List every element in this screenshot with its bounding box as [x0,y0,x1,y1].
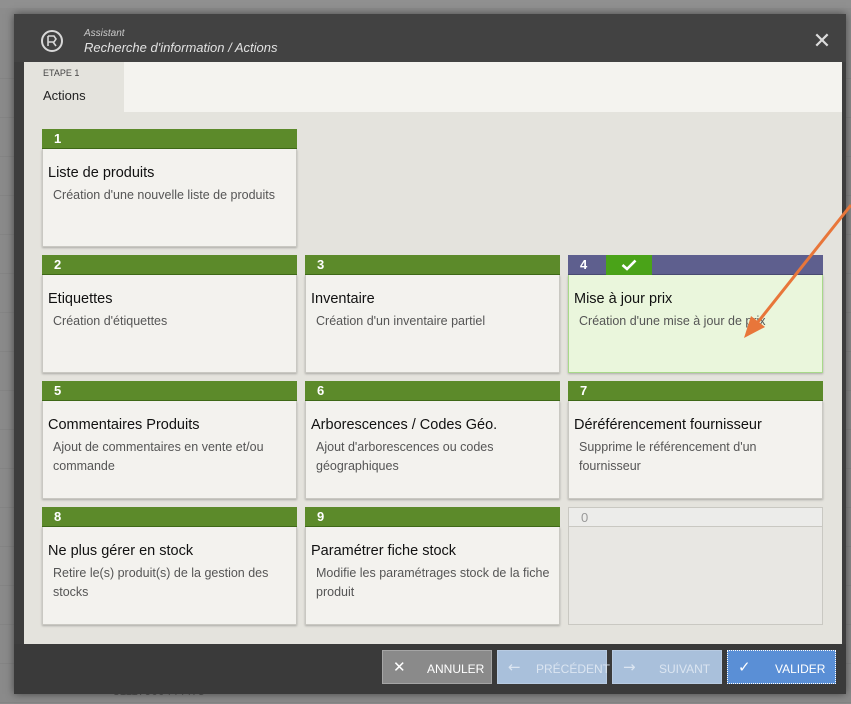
cancel-button[interactable]: ✕ ANNULER [382,650,492,684]
card-number: 7 [580,383,588,398]
card-header: 9 [305,507,560,527]
card-title: Mise à jour prix [574,291,673,307]
card-body: Arborescences / Codes Géo. Ajout d'arbor… [305,401,560,499]
card-header: 8 [42,507,297,527]
card-body: Ne plus gérer en stock Retire le(s) prod… [42,527,297,625]
card-description: Ajout d'arborescences ou codes géographi… [316,440,494,473]
card-header: 3 [305,255,560,275]
card-header: 0 [568,507,823,527]
step-strip: ETAPE 1 Actions [24,62,842,112]
card-body: Etiquettes Création d'étiquettes [42,275,297,373]
card-title: Inventaire [311,291,375,307]
card-description: Création d'une mise à jour de prix [579,314,766,328]
dialog-titlebar: Assistant Recherche d'information / Acti… [14,14,846,62]
arrow-left-icon: ← [508,658,521,676]
card-header: 2 [42,255,297,275]
card-number: 0 [581,510,589,525]
action-card-mise-a-jour-prix[interactable]: 4 Mise à jour prix Création d'une mise à… [568,255,823,373]
card-description: Modifie les paramétrages stock de la fic… [316,566,550,599]
selected-check-icon [606,255,652,275]
action-card-liste-produits[interactable]: 1 Liste de produits Création d'une nouve… [42,129,297,247]
close-icon: ✕ [393,658,406,676]
previous-label: PRÉCÉDENT [536,662,611,676]
cancel-label: ANNULER [427,662,485,676]
card-number: 4 [580,257,588,272]
step-label: Actions [43,88,86,103]
action-card-dereferencement[interactable]: 7 Déréférencement fournisseur Supprime l… [568,381,823,499]
card-body: Liste de produits Création d'une nouvell… [42,149,297,247]
check-icon: ✓ [738,658,751,676]
action-card-parametrer-fiche-stock[interactable]: 9 Paramétrer fiche stock Modifie les par… [305,507,560,625]
card-title: Etiquettes [48,291,113,307]
action-card-etiquettes[interactable]: 2 Etiquettes Création d'étiquettes [42,255,297,373]
card-title: Déréférencement fournisseur [574,417,762,433]
card-body [568,527,823,625]
validate-label: VALIDER [775,662,826,676]
arrow-right-icon: → [623,658,636,676]
card-description: Supprime le référencement d'un fournisse… [579,440,757,473]
action-card-arborescences[interactable]: 6 Arborescences / Codes Géo. Ajout d'arb… [305,381,560,499]
card-description: Création d'une nouvelle liste de produit… [53,188,275,202]
card-body: Commentaires Produits Ajout de commentai… [42,401,297,499]
card-body: Inventaire Création d'un inventaire part… [305,275,560,373]
assistant-dialog: Assistant Recherche d'information / Acti… [14,14,846,694]
dialog-content: ETAPE 1 Actions 1 Liste de produits Créa… [24,62,842,644]
next-button[interactable]: → SUIVANT [612,650,722,684]
close-icon[interactable]: ✕ [812,31,832,53]
action-card-inventaire[interactable]: 3 Inventaire Création d'un inventaire pa… [305,255,560,373]
step-tab-actions[interactable]: ETAPE 1 Actions [24,62,124,112]
dialog-footer: ✕ ANNULER ← PRÉCÉDENT → SUIVANT ✓ VALIDE… [14,644,846,694]
card-body: Mise à jour prix Création d'une mise à j… [568,275,823,373]
action-card-empty: 0 [568,507,823,625]
card-number: 5 [54,383,62,398]
card-header: 7 [568,381,823,401]
step-number: ETAPE 1 [43,68,80,78]
card-header: 1 [42,129,297,149]
next-label: SUIVANT [659,662,711,676]
card-header: 6 [305,381,560,401]
card-title: Liste de produits [48,165,155,181]
card-number: 1 [54,131,62,146]
previous-button[interactable]: ← PRÉCÉDENT [497,650,611,684]
card-title: Commentaires Produits [48,417,200,433]
card-description: Retire le(s) produit(s) de la gestion de… [53,566,269,599]
card-description: Création d'un inventaire partiel [316,314,486,328]
app-logo-icon [41,30,63,52]
card-title: Paramétrer fiche stock [311,543,457,559]
card-header: 4 [568,255,823,275]
card-header: 5 [42,381,297,401]
action-card-ne-plus-gerer-stock[interactable]: 8 Ne plus gérer en stock Retire le(s) pr… [42,507,297,625]
card-title: Ne plus gérer en stock [48,543,194,559]
card-body: Déréférencement fournisseur Supprime le … [568,401,823,499]
card-number: 3 [317,257,325,272]
card-body: Paramétrer fiche stock Modifie les param… [305,527,560,625]
dialog-subtitle: Assistant [84,28,125,39]
card-number: 2 [54,257,62,272]
card-title: Arborescences / Codes Géo. [311,417,498,433]
action-card-commentaires-produits[interactable]: 5 Commentaires Produits Ajout de comment… [42,381,297,499]
validate-button[interactable]: ✓ VALIDER [727,650,836,684]
card-number: 8 [54,509,62,524]
card-number: 6 [317,383,325,398]
card-description: Création d'étiquettes [53,314,168,328]
dialog-title: Recherche d'information / Actions [84,40,278,55]
card-number: 9 [317,509,325,524]
card-description: Ajout de commentaires en vente et/ou com… [53,440,264,473]
